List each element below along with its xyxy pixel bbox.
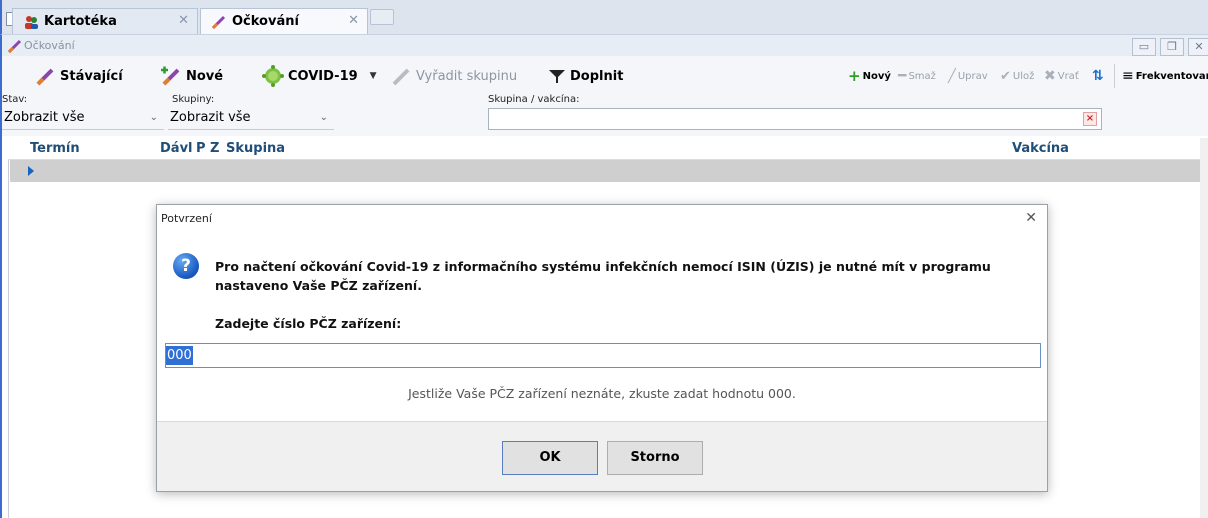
close-icon[interactable]: ✕ [1025, 210, 1037, 226]
pencil-icon: ╱ [948, 68, 956, 84]
pcz-input[interactable]: 000 [165, 343, 1041, 368]
stav-select[interactable]: Zobrazit vše ⌄ [2, 108, 164, 130]
confirmation-dialog: Potvrzení ✕ ? Pro načtení očkování Covid… [156, 204, 1048, 492]
dialog-footer: OK Storno [157, 421, 1047, 491]
tab-kartoteka[interactable]: Kartotéka ✕ [12, 8, 198, 34]
divider [1114, 64, 1115, 88]
tab-ockovani-label: Očkování [232, 14, 299, 29]
search-label: Skupina / vakcína: [488, 94, 580, 105]
pcz-input-value: 000 [166, 346, 193, 365]
column-termin[interactable]: Termín [30, 141, 80, 156]
nove-button[interactable]: Nové [160, 64, 223, 88]
uprav-button[interactable]: ╱ Uprav [948, 64, 988, 88]
doplnit-button[interactable]: Doplnit [548, 64, 623, 88]
check-icon: ✔ [1000, 68, 1011, 84]
column-p[interactable]: P [196, 141, 206, 156]
close-window-button[interactable]: ✕ [1188, 38, 1208, 56]
skupiny-label: Skupiny: [172, 94, 215, 105]
dialog-hint: Jestliže Vaše PČZ zařízení neznáte, zkus… [408, 386, 796, 401]
virus-icon [262, 65, 284, 87]
column-z[interactable]: Z [210, 141, 219, 156]
restore-button[interactable]: ❐ [1160, 38, 1184, 56]
minus-icon: ━ [898, 68, 907, 84]
storno-button[interactable]: Storno [607, 441, 703, 475]
new-tab-button[interactable] [370, 9, 394, 25]
covid-button[interactable]: COVID-19 ▼ [262, 64, 377, 88]
clear-icon[interactable]: × [1083, 112, 1097, 126]
syringe-icon [211, 15, 226, 29]
funnel-icon [549, 70, 565, 83]
stav-label: Stav: [2, 94, 28, 105]
window-title: Očkování [24, 39, 75, 52]
tab-ockovani[interactable]: Očkování ✕ [200, 8, 368, 34]
close-icon[interactable]: ✕ [348, 13, 359, 28]
window-border [0, 56, 2, 518]
ok-button[interactable]: OK [502, 441, 598, 475]
filter-bar: Stav: Zobrazit vše ⌄ Skupiny: Zobrazit v… [2, 94, 1208, 136]
column-skupina[interactable]: Skupina [226, 141, 285, 156]
minimize-button[interactable]: ▭ [1132, 38, 1156, 56]
skupiny-select[interactable]: Zobrazit vše ⌄ [168, 108, 334, 130]
toolbar: Stávající Nové COVID-19 ▼ Vyřadit skupin… [2, 56, 1208, 94]
window-titlebar: Očkování ▭ ❐ ✕ [0, 34, 1208, 56]
tab-kartoteka-label: Kartotéka [44, 14, 117, 29]
column-davka[interactable]: Dávl [160, 141, 193, 156]
table-row[interactable] [10, 160, 1200, 182]
syringe-icon [36, 68, 54, 86]
dialog-title: Potvrzení [161, 212, 212, 225]
question-icon: ? [173, 253, 199, 279]
close-icon[interactable]: ✕ [178, 13, 189, 28]
vrat-button[interactable]: ✖ Vrať [1044, 64, 1079, 88]
add-syringe-icon [161, 66, 180, 86]
chevron-down-icon: ⌄ [149, 112, 158, 123]
dialog-prompt: Zadejte číslo PČZ zařízení: [215, 316, 402, 331]
column-vakcina[interactable]: Vakcína [1012, 141, 1069, 156]
vyradit-skupinu-button[interactable]: Vyřadit skupinu [392, 64, 517, 88]
row-indicator-icon [28, 166, 34, 176]
refresh-icon: ⇅ [1092, 68, 1104, 84]
stavajici-button[interactable]: Stávající [36, 64, 123, 88]
frekventovane-button[interactable]: ≡ Frekventovan [1122, 64, 1208, 88]
novy-button[interactable]: + Nový [848, 64, 891, 88]
app-window: Kartotéka ✕ Očkování ✕ Očkování ▭ ❐ ✕ St… [0, 0, 1208, 518]
dialog-message: Pro načtení očkování Covid-19 z informač… [215, 259, 991, 293]
vertical-scrollbar[interactable] [1200, 138, 1208, 518]
people-icon [25, 15, 38, 29]
grid-border [8, 138, 9, 518]
grid-header: Termín Dávl P Z Skupina Vakcína [8, 138, 1200, 160]
search-input[interactable]: × [488, 108, 1102, 130]
chevron-down-icon: ⌄ [319, 112, 328, 123]
cross-icon: ✖ [1044, 68, 1056, 84]
uloz-button[interactable]: ✔ Ulož [1000, 64, 1034, 88]
plus-icon: + [848, 67, 861, 85]
chevron-down-icon[interactable]: ▼ [370, 71, 377, 81]
smaz-button[interactable]: ━ Smaž [898, 64, 936, 88]
refresh-button[interactable]: ⇅ [1092, 64, 1104, 88]
menu-icon: ≡ [1122, 68, 1134, 84]
syringe-icon [8, 39, 22, 53]
tab-strip: Kartotéka ✕ Očkování ✕ [0, 0, 1208, 34]
syringe-disabled-icon [392, 68, 410, 86]
